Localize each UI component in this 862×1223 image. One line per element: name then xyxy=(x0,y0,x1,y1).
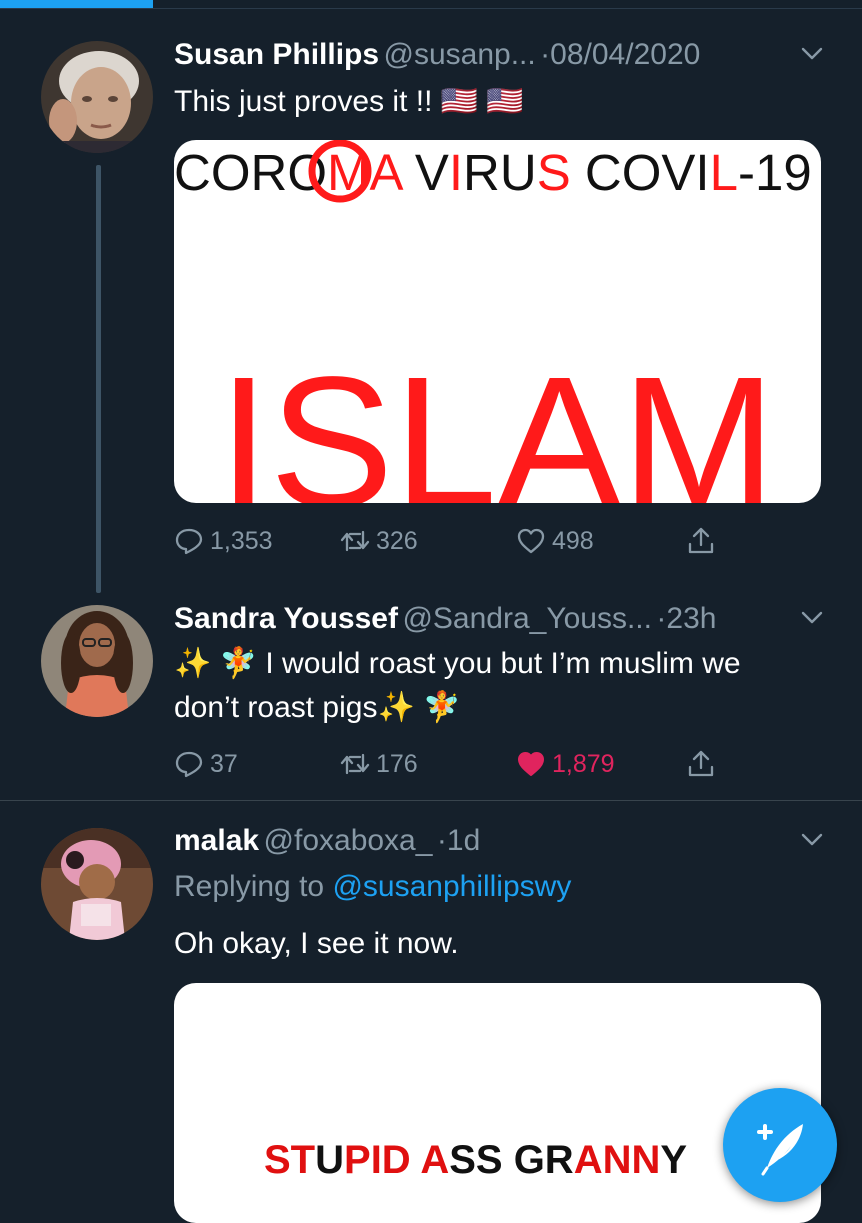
user-handle[interactable]: @susanp... xyxy=(384,38,536,71)
retweet-button[interactable]: 176 xyxy=(340,744,418,784)
chevron-down-icon[interactable] xyxy=(800,608,824,628)
share-button[interactable] xyxy=(686,744,716,784)
separator-dot: · xyxy=(656,602,667,635)
img-text-part: Y xyxy=(660,1138,687,1182)
display-name[interactable]: malak xyxy=(174,824,259,857)
img-big-word: ISLAM xyxy=(218,339,776,503)
display-name[interactable]: Susan Phillips xyxy=(174,38,379,71)
compose-tweet-button[interactable] xyxy=(723,1088,837,1202)
img-text-part: A xyxy=(369,144,403,201)
reply-button[interactable]: 1,353 xyxy=(174,521,273,561)
user-handle[interactable]: @foxaboxa_ xyxy=(264,824,433,857)
compose-tweet-icon xyxy=(757,1124,803,1176)
top-divider xyxy=(0,8,862,9)
reply-count: 37 xyxy=(210,749,238,778)
timestamp[interactable]: 08/04/2020 xyxy=(550,38,700,71)
img-text-part: N xyxy=(631,1138,660,1182)
tweet-text: ✨ 🧚 I would roast you but I’m muslim we … xyxy=(174,642,824,730)
tweet-text: This just proves it !! 🇺🇸 🇺🇸 xyxy=(174,85,524,118)
retweet-count: 176 xyxy=(376,749,418,778)
like-count: 1,879 xyxy=(552,749,615,778)
separator-dot: · xyxy=(540,38,551,71)
like-count: 498 xyxy=(552,526,594,555)
like-button[interactable]: 1,879 xyxy=(516,744,615,784)
tweet-header: Susan Phillips @susanp... ·08/04/2020 xyxy=(174,38,824,78)
tweet-text-line: don’t roast pigs✨ 🧚 xyxy=(174,691,461,724)
timestamp[interactable]: 1d xyxy=(447,824,480,857)
img-text-part: SS xyxy=(449,1138,502,1182)
replying-label: Replying to xyxy=(174,870,325,903)
img-text-part: ST xyxy=(264,1138,315,1182)
share-icon xyxy=(688,527,714,554)
reply-icon xyxy=(175,751,203,778)
tweet-text-line: ✨ 🧚 I would roast you but I’m muslim we xyxy=(174,647,741,680)
avatar[interactable] xyxy=(41,605,153,717)
img-text-part: U xyxy=(315,1138,344,1182)
image-graphic: COROMA VIRUS COVIL-19 ISLAM xyxy=(174,140,812,503)
tweet-divider xyxy=(0,800,862,801)
heart-filled-icon xyxy=(518,752,544,776)
display-name[interactable]: Sandra Youssef xyxy=(174,602,398,635)
reply-icon xyxy=(175,528,203,555)
reply-count: 1,353 xyxy=(210,526,273,555)
like-button[interactable]: 498 xyxy=(516,521,594,561)
retweet-button[interactable]: 326 xyxy=(340,521,418,561)
img-text-part: S xyxy=(537,144,571,201)
svg-text:COROMA VIRUS COVIL-19: COROMA VIRUS COVIL-19 xyxy=(174,144,812,201)
chevron-down-icon[interactable] xyxy=(800,830,824,850)
tweet-header: malak @foxaboxa_ ·1d xyxy=(174,824,824,864)
share-button[interactable] xyxy=(686,521,716,561)
tweet-actions: 37 176 1,879 xyxy=(174,744,734,784)
reply-button[interactable]: 37 xyxy=(174,744,238,784)
img-text-part: PID A xyxy=(344,1138,449,1182)
mention-link[interactable]: @susanphillipswy xyxy=(332,870,571,903)
avatar[interactable] xyxy=(41,41,153,153)
img-text-part: I xyxy=(449,144,463,201)
svg-text:STUPID ASS GRANNY: STUPID ASS GRANNY xyxy=(264,1138,687,1182)
retweet-count: 326 xyxy=(376,526,418,555)
heart-icon xyxy=(517,528,545,554)
thread-line xyxy=(96,165,101,593)
img-text-part: RU xyxy=(463,144,537,201)
chevron-down-icon[interactable] xyxy=(800,44,824,64)
img-text-part: COVI xyxy=(571,144,710,201)
retweet-icon xyxy=(340,530,370,552)
img-text-part: L xyxy=(710,144,738,201)
img-text-part: AN xyxy=(574,1138,632,1182)
tweet-image[interactable]: COROMA VIRUS COVIL-19 ISLAM xyxy=(174,140,821,503)
replying-to: Replying to @susanphillipswy xyxy=(174,870,571,904)
tweet-header: Sandra Youssef @Sandra_Youss... ·23h xyxy=(174,602,824,642)
img-text-part: GR xyxy=(503,1138,574,1182)
img-text-part: CORO xyxy=(174,144,327,201)
tab-indicator xyxy=(0,0,153,8)
img-text-part: V xyxy=(401,144,449,201)
retweet-icon xyxy=(340,753,370,775)
timestamp[interactable]: 23h xyxy=(666,602,716,635)
separator-dot: · xyxy=(436,824,447,857)
user-handle[interactable]: @Sandra_Youss... xyxy=(402,602,652,635)
share-icon xyxy=(688,750,714,777)
tweet-actions: 1,353 326 498 xyxy=(174,521,734,561)
avatar[interactable] xyxy=(41,828,153,940)
tweet-text: Oh okay, I see it now. xyxy=(174,927,459,960)
img-text-part: -19 xyxy=(738,144,812,201)
